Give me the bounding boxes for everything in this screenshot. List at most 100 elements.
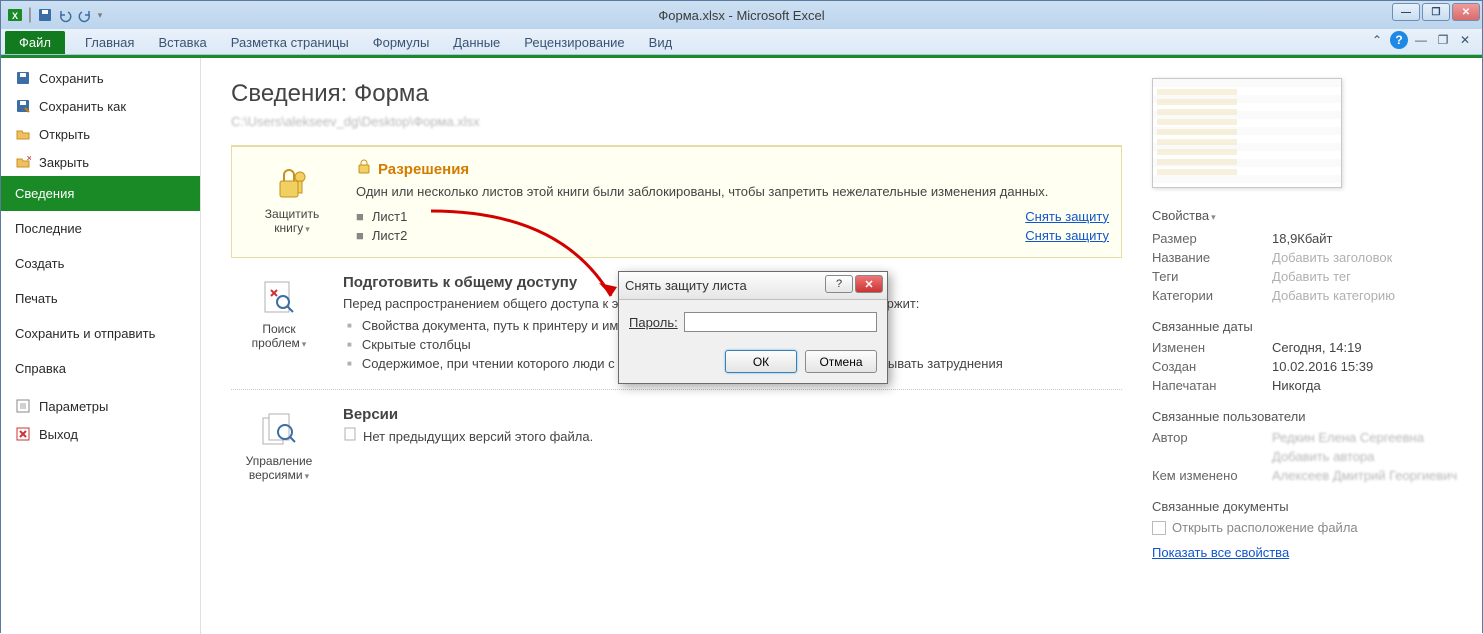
maximize-button[interactable]: ❐ [1422, 3, 1450, 21]
page-title-block: Сведения: Форма C:\Users\alekseev_dg\Des… [231, 80, 1122, 129]
backstage-nav: Сохранить Сохранить как Открыть ✕ Закрыть… [1, 58, 201, 634]
prop-printed: НапечатанНикогда [1152, 376, 1462, 395]
versions-desc: Нет предыдущих версий этого файла. [343, 427, 1122, 446]
nav-open[interactable]: Открыть [1, 120, 200, 148]
properties-panel: Свойства▾ Размер18,9Кбайт НазваниеДобави… [1152, 58, 1482, 634]
inspect-icon [259, 278, 299, 318]
prop-modified: ИзмененСегодня, 14:19 [1152, 338, 1462, 357]
open-file-location[interactable]: Открыть расположение файла [1152, 520, 1462, 535]
help-icon[interactable]: ? [1390, 31, 1408, 49]
ribbon-tab-view[interactable]: Вид [637, 31, 685, 54]
document-thumbnail[interactable] [1152, 78, 1342, 188]
nav-label: Сохранить и отправить [15, 326, 155, 341]
window-minimize-icon[interactable]: — [1412, 31, 1430, 49]
ribbon-tab-data[interactable]: Данные [441, 31, 512, 54]
window-controls: — ❐ ✕ [1392, 3, 1480, 21]
unprotect-sheet-dialog: Снять защиту листа ? ✕ Пароль: ОК Отмена [618, 271, 888, 384]
sheet-name: Лист2 [372, 228, 407, 243]
file-path: C:\Users\alekseev_dg\Desktop\Форма.xlsx [231, 114, 1122, 129]
nav-info[interactable]: Сведения [1, 176, 200, 211]
permissions-heading: Разрешения [356, 159, 1109, 179]
qat-dropdown-icon[interactable]: ▾ [97, 10, 103, 21]
docs-heading: Связанные документы [1152, 499, 1462, 514]
button-label: Управление версиями▾ [235, 454, 323, 483]
window-close-icon[interactable]: ✕ [1456, 31, 1474, 49]
quick-access-toolbar: X | ▾ [1, 6, 103, 24]
nav-label: Закрыть [39, 155, 89, 170]
nav-print[interactable]: Печать [1, 281, 200, 316]
folder-icon [1152, 521, 1166, 535]
password-label: Пароль: [629, 315, 678, 330]
ribbon-tab-page-layout[interactable]: Разметка страницы [219, 31, 361, 54]
ok-button[interactable]: ОК [725, 350, 797, 373]
minimize-button[interactable]: — [1392, 3, 1420, 21]
check-issues-button[interactable]: Поиск проблем▾ [231, 274, 327, 374]
sheet-name: Лист1 [372, 209, 407, 224]
nav-save-send[interactable]: Сохранить и отправить [1, 316, 200, 351]
nav-save[interactable]: Сохранить [1, 64, 200, 92]
prop-tags[interactable]: ТегиДобавить тег [1152, 267, 1462, 286]
versions-heading: Версии [343, 406, 1122, 423]
dialog-help-button[interactable]: ? [825, 275, 853, 293]
save-icon[interactable] [37, 7, 53, 23]
nav-help[interactable]: Справка [1, 351, 200, 386]
qat-separator: | [27, 6, 33, 24]
manage-versions-button[interactable]: Управление версиями▾ [231, 406, 327, 487]
show-all-properties-link[interactable]: Показать все свойства [1152, 545, 1289, 560]
dialog-title: Снять защиту листа [625, 278, 747, 293]
nav-label: Сохранить как [39, 99, 126, 114]
users-heading: Связанные пользователи [1152, 409, 1462, 424]
ribbon-tab-insert[interactable]: Вставка [146, 31, 218, 54]
unprotect-link[interactable]: Снять защиту [1025, 209, 1109, 224]
nav-label: Открыть [39, 127, 90, 142]
nav-exit[interactable]: Выход [1, 420, 200, 448]
unprotect-link[interactable]: Снять защиту [1025, 228, 1109, 243]
prop-last-modified-by: Кем измененоАлексеев Дмитрий Георгиевич [1152, 466, 1462, 485]
file-tab[interactable]: Файл [5, 31, 65, 54]
prop-size: Размер18,9Кбайт [1152, 229, 1462, 248]
open-icon [15, 126, 31, 142]
nav-new[interactable]: Создать [1, 246, 200, 281]
undo-icon[interactable] [57, 7, 73, 23]
dialog-titlebar[interactable]: Снять защиту листа ? ✕ [619, 272, 887, 300]
minimize-ribbon-icon[interactable]: ⌃ [1368, 31, 1386, 49]
nav-options[interactable]: Параметры [1, 392, 200, 420]
close-file-icon: ✕ [15, 154, 31, 170]
prop-created: Создан10.02.2016 15:39 [1152, 357, 1462, 376]
page-icon [343, 429, 357, 444]
nav-label: Справка [15, 361, 66, 376]
prop-add-author[interactable]: Добавить автора [1152, 447, 1462, 466]
close-button[interactable]: ✕ [1452, 3, 1480, 21]
excel-app-icon[interactable]: X [7, 7, 23, 23]
window-restore-icon[interactable]: ❐ [1434, 31, 1452, 49]
prop-title[interactable]: НазваниеДобавить заголовок [1152, 248, 1462, 267]
nav-label: Сохранить [39, 71, 104, 86]
versions-section: Управление версиями▾ Версии Нет предыдущ… [231, 390, 1122, 503]
dialog-close-button[interactable]: ✕ [855, 275, 883, 293]
nav-recent[interactable]: Последние [1, 211, 200, 246]
protect-workbook-button[interactable]: Защитить книгу▾ [244, 159, 340, 245]
nav-label: Выход [39, 427, 78, 442]
nav-label: Сведения [15, 186, 74, 201]
nav-save-as[interactable]: Сохранить как [1, 92, 200, 120]
dialog-buttons: ОК Отмена [619, 344, 887, 383]
nav-close[interactable]: ✕ Закрыть [1, 148, 200, 176]
prop-categories[interactable]: КатегорииДобавить категорию [1152, 286, 1462, 305]
button-label: Поиск проблем▾ [235, 322, 323, 351]
shield-icon [356, 159, 372, 179]
svg-text:X: X [12, 11, 18, 21]
ribbon-tabs: Файл Главная Вставка Разметка страницы Ф… [1, 29, 1482, 55]
password-input[interactable] [684, 312, 877, 332]
ribbon-tab-formulas[interactable]: Формулы [361, 31, 442, 54]
sheet-row: ■Лист2Снять защиту [356, 226, 1109, 245]
ribbon-tab-home[interactable]: Главная [73, 31, 146, 54]
dates-heading: Связанные даты [1152, 319, 1462, 334]
dialog-body: Пароль: [619, 300, 887, 344]
page-title: Сведения: Форма [231, 80, 1122, 108]
cancel-button[interactable]: Отмена [805, 350, 877, 373]
save-icon [15, 70, 31, 86]
versions-icon [259, 410, 299, 450]
ribbon-tab-review[interactable]: Рецензирование [512, 31, 636, 54]
properties-heading[interactable]: Свойства▾ [1152, 208, 1462, 223]
redo-icon[interactable] [77, 7, 93, 23]
